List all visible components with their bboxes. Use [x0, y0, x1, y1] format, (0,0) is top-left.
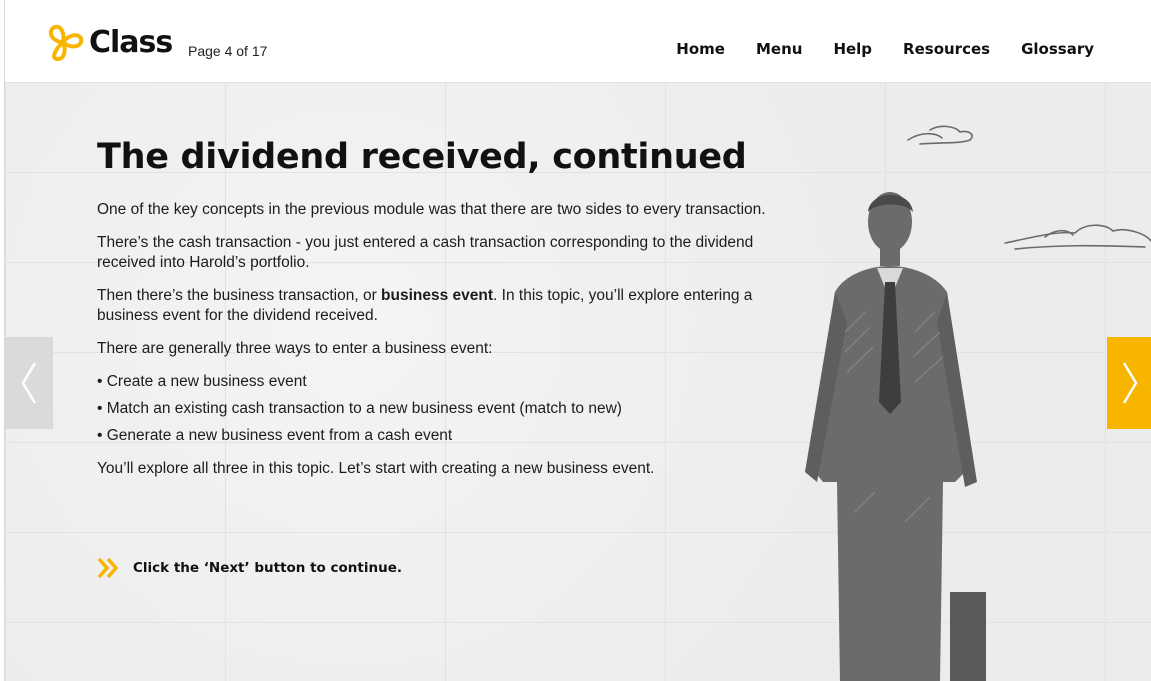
paragraph: There are generally three ways to enter … — [97, 340, 493, 357]
previous-button[interactable] — [5, 337, 53, 429]
page-title: The dividend received, continued — [97, 137, 747, 177]
businessman-sketch-illustration — [805, 192, 986, 681]
paragraph: Then there’s the business transaction, o… — [97, 286, 787, 326]
slide-stage: The dividend received, continued One of … — [5, 82, 1151, 681]
cta-text: Click the ‘Next’ button to continue. — [133, 560, 403, 576]
top-bar: Class Page 4 of 17 Home Menu Help Resour… — [5, 0, 1151, 82]
brand-logo[interactable]: Class — [41, 22, 173, 62]
nav-glossary[interactable]: Glossary — [1021, 40, 1094, 58]
paragraph-text: Then there’s the business transaction, o… — [97, 287, 382, 304]
page-indicator: Page 4 of 17 — [188, 43, 268, 59]
clover-logo-icon — [48, 24, 84, 62]
cloud-sketch-icon — [907, 125, 973, 145]
brand-name: Class — [89, 24, 173, 60]
nav-menu[interactable]: Menu — [756, 40, 802, 58]
paragraph: One of the key concepts in the previous … — [97, 201, 766, 218]
next-instruction: Click the ‘Next’ button to continue. — [97, 557, 402, 579]
lesson-content: One of the key concepts in the previous … — [97, 200, 787, 492]
chevron-right-icon — [1122, 362, 1137, 404]
main-nav: Home Menu Help Resources Glossary — [645, 40, 1094, 58]
list-item: Generate a new business event from a cas… — [97, 426, 787, 446]
course-frame: Class Page 4 of 17 Home Menu Help Resour… — [4, 0, 1151, 681]
nav-home[interactable]: Home — [676, 40, 725, 58]
nav-help[interactable]: Help — [833, 40, 872, 58]
nav-resources[interactable]: Resources — [903, 40, 990, 58]
paragraph: You’ll explore all three in this topic. … — [97, 460, 655, 477]
list-item: Match an existing cash transaction to a … — [97, 399, 787, 419]
ways-list: Create a new business event Match an exi… — [97, 372, 787, 446]
double-chevron-right-icon — [97, 557, 119, 579]
list-item: Create a new business event — [97, 372, 787, 392]
cloud-sketch-icon — [1004, 224, 1151, 250]
paragraph: There’s the cash transaction - you just … — [97, 234, 754, 271]
next-button[interactable] — [1107, 337, 1151, 429]
business-event-term: business event — [381, 287, 494, 304]
chevron-left-icon — [21, 362, 37, 404]
